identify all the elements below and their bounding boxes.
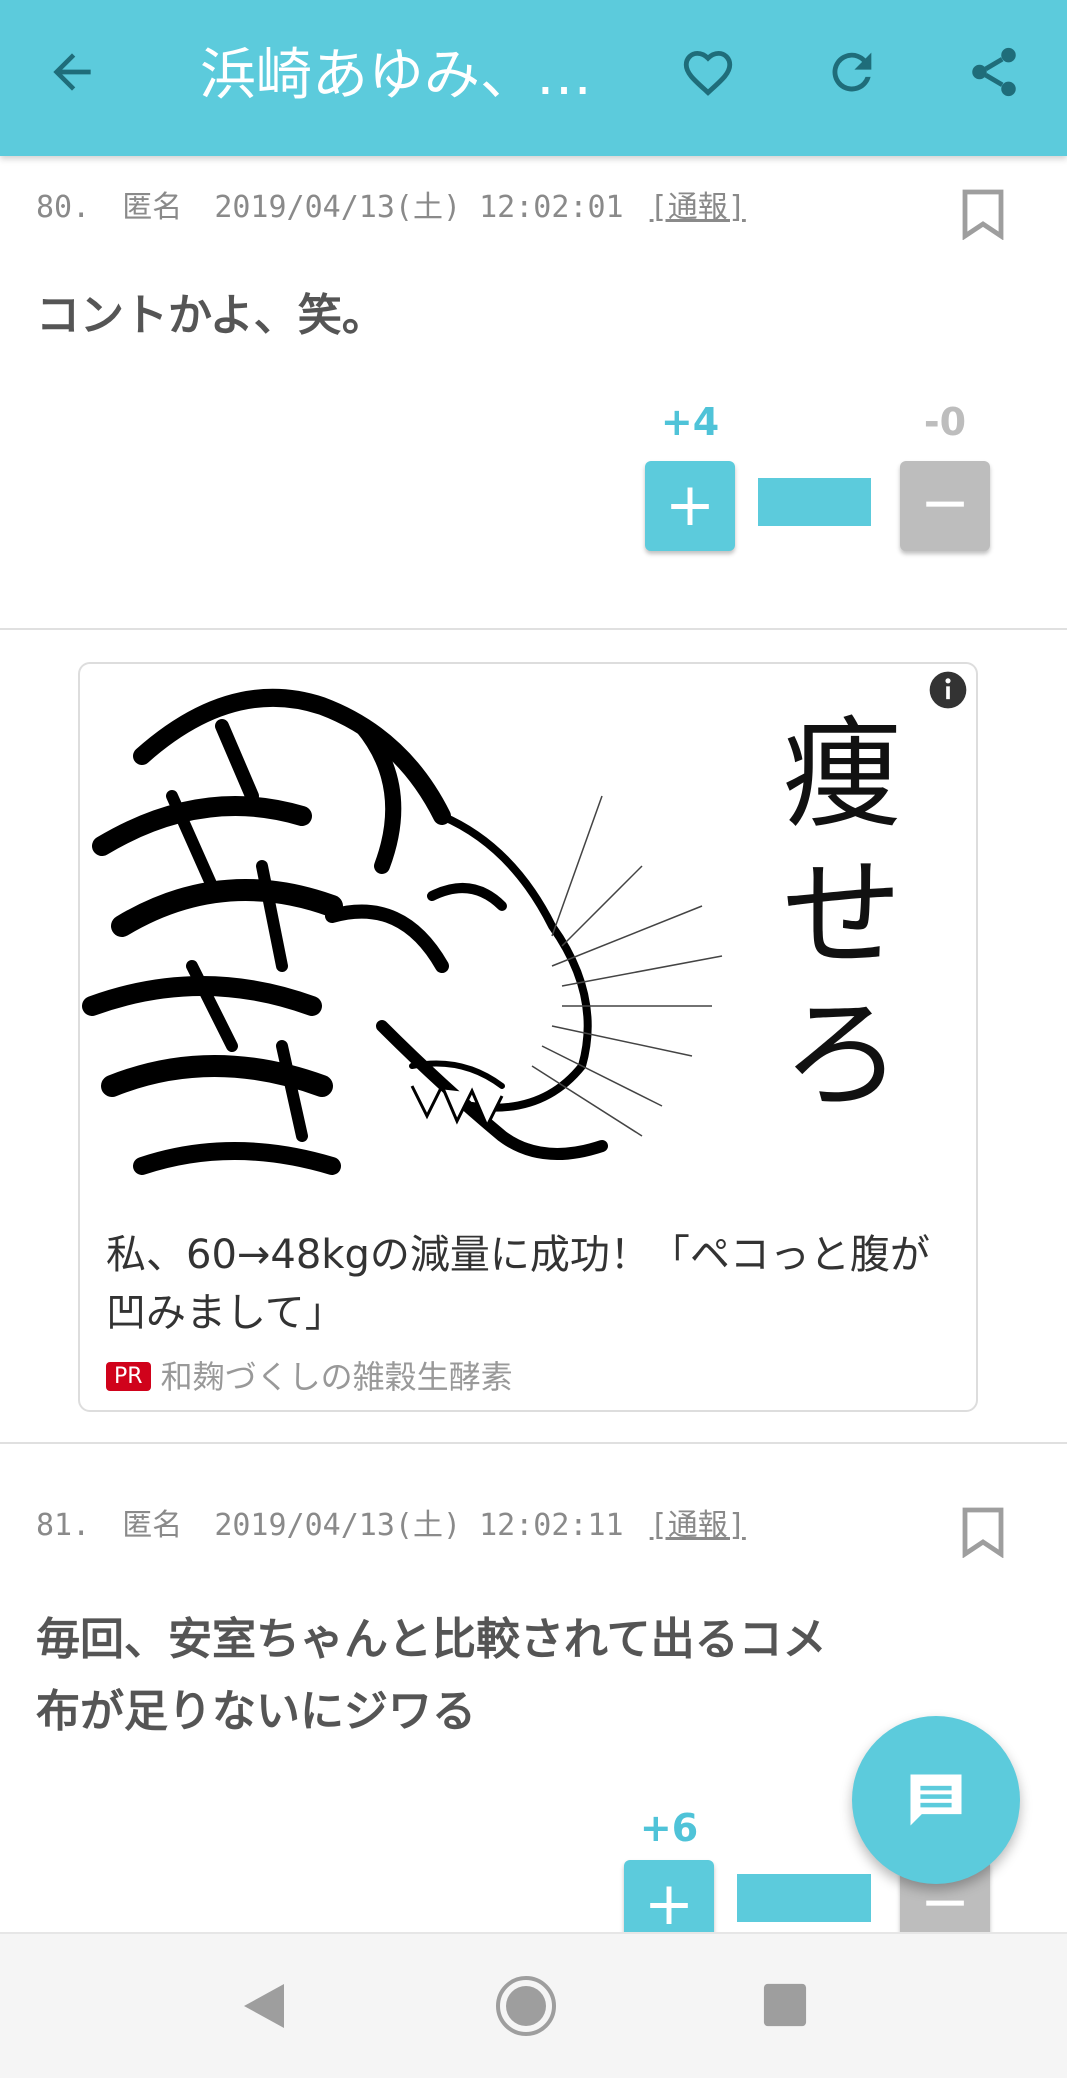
ad-source-name: 和麹づくしの雑穀生酵素 [160,1358,513,1396]
pr-badge: PR [106,1362,151,1391]
chat-icon [910,1774,962,1826]
plus-count: +4 [660,400,720,444]
minus-button[interactable]: − [900,461,990,551]
system-nav-bar [0,1932,1067,2078]
ad-headline[interactable]: 私、60→48kgの減量に成功！「ペコっと腹が凹みまして」 [106,1226,956,1342]
ad-card[interactable]: 痩 せ ろ 私、60→48kgの減量に成功！「ペコっと腹が凹みまして」 PR 和麹… [78,662,978,1412]
comment-author: 匿名 [122,190,183,225]
comment-datetime: 2019/04/13(土) 12:02:01 [214,190,624,225]
comment-body: 毎回、安室ちゃんと比較されて出るコメ 布が足りないにジワる [36,1604,936,1748]
comment-datetime: 2019/04/13(土) 12:02:11 [214,1508,624,1543]
ad-image-text-2: せ [782,846,902,985]
share-button[interactable] [958,36,1030,108]
nav-back-icon[interactable] [240,1980,288,2032]
info-icon[interactable] [926,668,970,712]
plus-button[interactable]: + [645,461,735,551]
ad-image-text-3: ろ [782,986,902,1125]
comment-body: コントかよ、笑。 [36,290,386,341]
bookmark-icon[interactable] [961,1506,1005,1558]
favorite-button[interactable] [672,36,744,108]
heart-outline-icon [683,50,733,96]
report-link[interactable]: [通報] [650,190,746,225]
comment-author: 匿名 [122,1508,183,1543]
minus-count: -0 [923,400,967,444]
comment-80: 80. 匿名 2019/04/13(土) 12:02:01 [通報] コントかよ… [0,156,1067,630]
comment-number: 80. [36,190,91,225]
divider [0,628,1067,630]
arrow-left-icon [53,53,91,91]
report-link[interactable]: [通報] [650,1508,746,1543]
comment-body-line: 布が足りないにジワる [36,1686,476,1737]
app-bar: 浜崎あゆみ、… [0,0,1067,156]
tiger-illustration: 痩 せ ろ [82,688,902,1175]
back-button[interactable] [36,36,108,108]
bookmark-icon[interactable] [961,188,1005,240]
ad-source: PR 和麹づくしの雑穀生酵素 [106,1352,513,1398]
page-title: 浜崎あゆみ、… [200,43,592,108]
comment-body-line: 毎回、安室ちゃんと比較されて出るコメ [36,1614,827,1665]
refresh-button[interactable] [816,36,888,108]
comment-meta: 81. 匿名 2019/04/13(土) 12:02:11 [通報] [36,1500,746,1544]
ad-image-text-1: 痩 [782,706,902,845]
comment-number: 81. [36,1508,91,1543]
plus-count: +6 [639,1806,699,1850]
refresh-icon [832,52,872,92]
share-icon [972,47,1016,97]
vote-ratio-bar [737,1874,871,1922]
vote-ratio-bar [758,478,871,526]
ad-image[interactable]: 痩 せ ろ [82,666,974,1202]
comment-fab[interactable] [852,1716,1020,1884]
nav-home-icon[interactable] [494,1974,558,2038]
comment-meta: 80. 匿名 2019/04/13(土) 12:02:01 [通報] [36,182,746,226]
nav-recents-icon[interactable] [762,1982,808,2028]
